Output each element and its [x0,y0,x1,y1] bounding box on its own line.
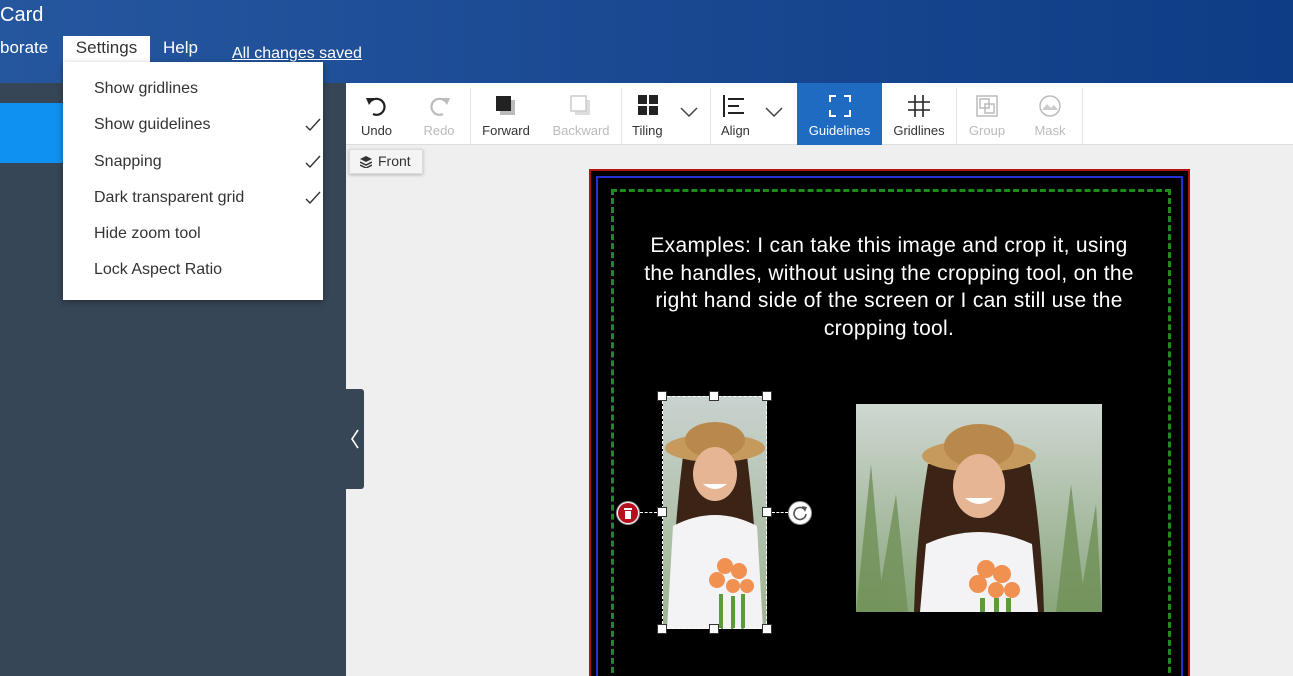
girl-photo-image [856,404,1102,612]
tiling-label: Tiling [632,123,663,138]
group-label: Group [968,123,1006,138]
checkmark-icon [305,155,321,169]
menu-item-snapping[interactable]: Snapping [94,147,321,177]
menu-item-dark-transparent-grid[interactable]: Dark transparent grid [94,183,321,213]
backward-button[interactable]: Backward [544,83,618,145]
layers-icon [360,156,372,168]
mask-button[interactable]: Mask [1018,83,1082,145]
chevron-down-icon[interactable] [680,107,698,117]
align-button[interactable]: Align [711,83,797,145]
backward-label: Backward [552,123,610,138]
delete-element-button[interactable] [616,501,640,525]
guidelines-icon [829,95,851,117]
send-backward-icon [570,95,590,115]
resize-handle[interactable] [709,391,719,401]
guidelines-label: Guidelines [808,123,871,138]
tiling-button[interactable]: Tiling [622,83,710,145]
rotate-icon [793,506,807,521]
gridlines-button[interactable]: Gridlines [883,83,955,145]
settings-dropdown: Show gridlines Show guidelines Snapping … [63,62,323,300]
forward-button[interactable]: Forward [471,83,541,145]
menu-item-hide-zoom-tool[interactable]: Hide zoom tool [94,219,314,249]
save-status-link[interactable]: All changes saved [232,45,362,63]
resize-handle[interactable] [657,391,667,401]
menu-collaborate[interactable]: borate [0,36,48,62]
canvas-text-block[interactable]: Examples: I can take this image and crop… [634,232,1144,342]
tiling-icon [638,95,658,115]
photo[interactable] [856,404,1102,612]
resize-handle[interactable] [762,624,772,634]
handle-connector [772,512,788,513]
menu-item-show-guidelines[interactable]: Show guidelines [94,110,321,140]
handle-connector [640,512,657,513]
guidelines-button[interactable]: Guidelines [797,83,882,145]
group-icon [976,95,998,117]
mask-icon [1039,95,1061,117]
resize-handle[interactable] [657,624,667,634]
layer-side-badge[interactable]: Front [349,149,423,174]
menu-item-label: Dark transparent grid [94,189,245,206]
resize-handle[interactable] [709,624,719,634]
checkmark-icon [305,191,321,205]
menu-item-label: Show gridlines [94,80,199,97]
forward-label: Forward [482,123,530,138]
group-button[interactable]: Group [957,83,1017,145]
redo-label: Redo [423,123,455,138]
trash-icon [618,503,638,523]
app-title: Card [0,4,44,26]
menu-settings[interactable]: Settings [63,36,150,62]
collapse-panel-button[interactable] [346,389,364,489]
selection-box [662,396,767,629]
chevron-left-icon [351,429,359,449]
menu-help[interactable]: Help [163,36,198,62]
undo-icon [366,97,386,116]
menu-item-show-gridlines[interactable]: Show gridlines [94,74,314,104]
rotate-element-button[interactable] [788,501,812,525]
chevron-down-icon[interactable] [765,107,783,117]
align-left-icon [723,95,744,117]
toolbar: Undo Redo Forward Backward Tiling Align … [346,83,1293,145]
checkmark-icon [305,118,321,132]
menu-item-lock-aspect-ratio[interactable]: Lock Aspect Ratio [94,255,314,285]
toolbar-divider [1082,88,1083,145]
undo-button[interactable]: Undo [346,83,407,145]
bring-forward-icon [496,96,515,115]
menu-item-label: Lock Aspect Ratio [94,261,223,278]
layer-side-label: Front [378,153,411,169]
resize-handle[interactable] [657,507,667,517]
menu-item-label: Snapping [94,153,162,170]
resize-handle[interactable] [762,507,772,517]
align-label: Align [721,123,750,138]
grid-icon [908,95,930,117]
mask-label: Mask [1034,123,1066,138]
gridlines-label: Gridlines [893,123,945,138]
resize-handle[interactable] [762,391,772,401]
menu-item-label: Show guidelines [94,116,211,133]
undo-label: Undo [360,123,393,138]
redo-icon [430,97,450,116]
menu-item-label: Hide zoom tool [94,225,201,242]
redo-button[interactable]: Redo [409,83,469,145]
